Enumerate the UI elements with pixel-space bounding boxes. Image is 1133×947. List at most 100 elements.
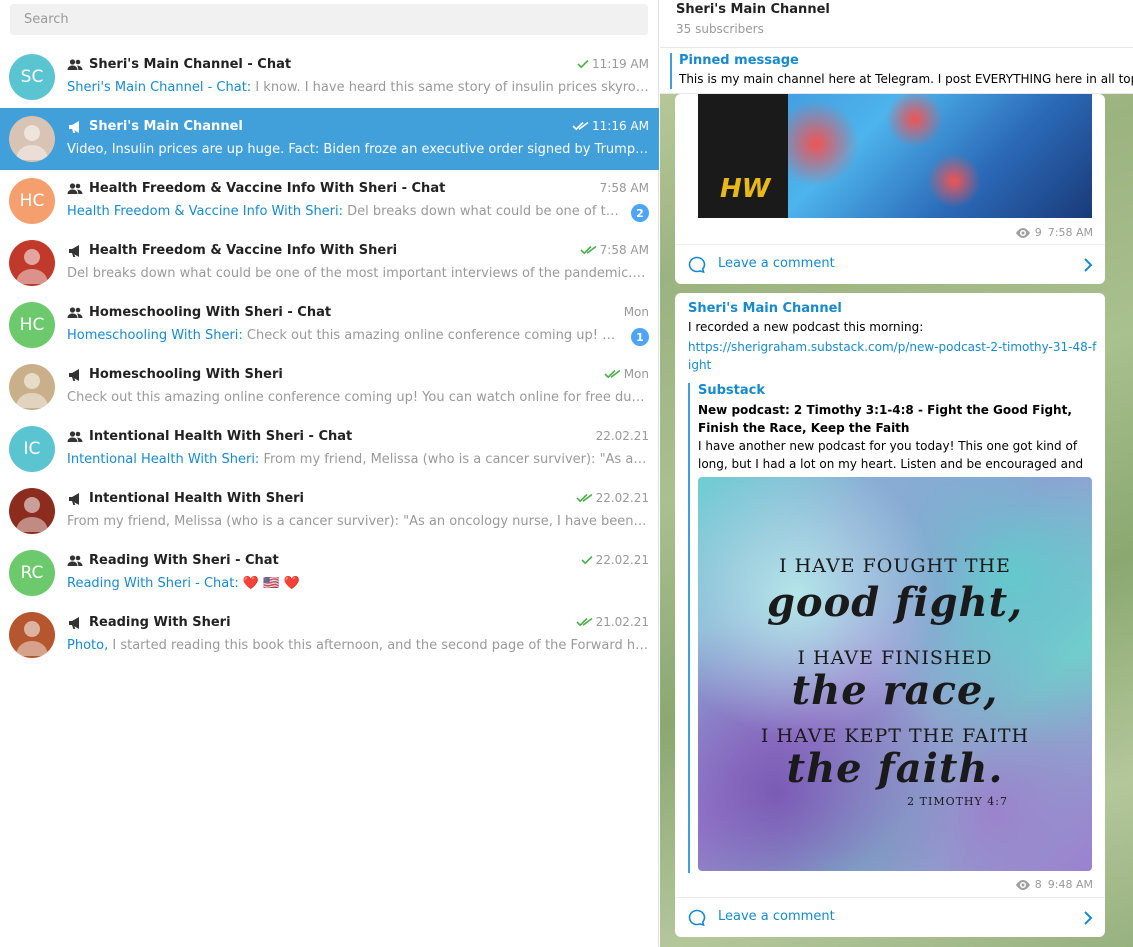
chat-preview-sender: Homeschooling With Sheri: xyxy=(67,328,243,343)
unread-badge: 2 xyxy=(631,204,649,222)
message-link[interactable]: https://sherigraham.substack.com/p/new-p… xyxy=(688,338,1098,374)
chat-row[interactable]: SC Sheri's Main Channel - Chat 11:19 AM She… xyxy=(0,46,659,108)
chat-preview-sender: Sheri's Main Channel - Chat: xyxy=(67,80,252,95)
view-count: 8 xyxy=(1034,878,1042,891)
chat-time-text: 11:16 AM xyxy=(592,119,649,133)
view-count: 9 xyxy=(1034,226,1042,239)
quote-line-6: the faith. xyxy=(786,745,1004,792)
chat-preview-text: I started reading this book this afterno… xyxy=(112,638,649,653)
chat-row[interactable]: IC Intentional Health With Sheri - Chat 22… xyxy=(0,418,659,480)
group-icon xyxy=(67,183,83,194)
image-logo-text: HW xyxy=(720,174,771,204)
chat-preview-text: From my friend, Melissa (who is a cancer… xyxy=(263,452,649,467)
chat-preview-sender: Photo, xyxy=(67,638,109,653)
chat-preview-sender: Reading With Sheri - Chat: xyxy=(67,576,239,591)
chat-preview: Video, Insulin prices are up huge. Fact:… xyxy=(67,142,649,157)
chat-time: 21.02.21 xyxy=(575,615,649,629)
image-strip: HW xyxy=(698,94,788,218)
quote-line-1: I HAVE FOUGHT THE xyxy=(779,555,1011,577)
chat-title: Reading With Sheri xyxy=(89,615,231,630)
chat-preview-text: ❤️ 🇺🇸 ❤️ xyxy=(238,576,300,591)
leave-comment-label: Leave a comment xyxy=(718,909,835,924)
check-icon xyxy=(580,555,593,565)
chat-title: Reading With Sheri - Chat xyxy=(89,553,279,568)
chat-time-text: 22.02.21 xyxy=(595,553,649,567)
leave-comment-button[interactable]: Leave a comment xyxy=(675,897,1105,937)
chat-title: Intentional Health With Sheri - Chat xyxy=(89,429,353,444)
chat-preview-sender: Intentional Health With Sheri: xyxy=(67,452,260,467)
link-preview-image[interactable]: I HAVE FOUGHT THE good fight, I HAVE FIN… xyxy=(698,477,1092,871)
avatar[interactable]: HC xyxy=(9,302,55,348)
avatar[interactable] xyxy=(9,612,55,658)
chat-row[interactable]: Sheri's Main Channel 11:16 AM Video, Insul… xyxy=(0,108,659,170)
avatar[interactable]: IC xyxy=(9,426,55,472)
message-channel-name[interactable]: Sheri's Main Channel xyxy=(688,301,842,316)
avatar[interactable] xyxy=(9,364,55,410)
double-check-icon xyxy=(575,493,593,503)
chat-preview: Intentional Health With Sheri: From my f… xyxy=(67,452,649,467)
avatar[interactable]: RC xyxy=(9,550,55,596)
chat-list-pane: SC Sheri's Main Channel - Chat 11:19 AM She… xyxy=(0,0,659,947)
group-icon xyxy=(67,307,83,318)
pinned-accent-bar xyxy=(670,53,672,89)
chat-preview: Del breaks down what could be one of the… xyxy=(67,266,649,281)
message-time: 9:48 AM xyxy=(1047,878,1093,891)
chat-time: Mon xyxy=(604,367,649,381)
channel-header[interactable]: Sheri's Main Channel 35 subscribers xyxy=(660,0,1133,48)
leave-comment-button[interactable]: Leave a comment xyxy=(675,244,1105,284)
eye-icon xyxy=(1015,879,1030,890)
pinned-text: This is my main channel here at Telegram… xyxy=(679,72,1133,86)
megaphone-icon xyxy=(69,245,79,257)
avatar[interactable] xyxy=(9,240,55,286)
chat-preview-text: I know. I have heard this same story of … xyxy=(255,80,649,95)
chat-time: Mon xyxy=(624,305,649,319)
avatar-photo-icon xyxy=(16,621,48,656)
message-bubble: Sheri's Main Channel I recorded a new po… xyxy=(675,293,1105,937)
chat-preview-text: Video, Insulin prices are up huge. Fact:… xyxy=(67,142,649,157)
message-bubble: HW 9 7:58 AM Leave a comment xyxy=(675,94,1105,284)
chat-row[interactable]: Reading With Sheri 21.02.21 Photo, I start… xyxy=(0,604,659,666)
link-preview-title: New podcast: 2 Timothy 3:1-4:8 - Fight t… xyxy=(698,403,1072,435)
chat-title: Homeschooling With Sheri - Chat xyxy=(89,305,332,320)
chat-preview-text: Check out this amazing online conference… xyxy=(246,328,619,343)
chevron-right-icon xyxy=(1084,911,1093,925)
avatar[interactable] xyxy=(9,116,55,162)
chat-title: Sheri's Main Channel - Chat xyxy=(89,57,292,72)
group-icon xyxy=(67,555,83,566)
chat-row[interactable]: Homeschooling With Sheri Mon Check out thi… xyxy=(0,356,659,418)
unread-badge: 1 xyxy=(631,328,649,346)
link-preview-site: Substack xyxy=(698,383,765,398)
chat-row[interactable]: Intentional Health With Sheri 22.02.21 Fro… xyxy=(0,480,659,542)
chat-title: Sheri's Main Channel xyxy=(89,119,243,134)
chat-title: Health Freedom & Vaccine Info With Sheri xyxy=(89,243,398,258)
quote-line-3: I HAVE FINISHED xyxy=(797,647,993,669)
chat-preview: Photo, I started reading this book this … xyxy=(67,638,649,653)
chat-row[interactable]: Health Freedom & Vaccine Info With Sheri… xyxy=(0,232,659,294)
chat-preview-text: From my friend, Melissa (who is a cancer… xyxy=(67,514,649,529)
chat-row[interactable]: HC Homeschooling With Sheri - Chat Mon Home… xyxy=(0,294,659,356)
avatar[interactable]: HC xyxy=(9,178,55,224)
chat-time: 22.02.21 xyxy=(596,429,649,443)
avatar[interactable] xyxy=(9,488,55,534)
chat-preview: Homeschooling With Sheri: Check out this… xyxy=(67,328,619,343)
chevron-right-icon xyxy=(1084,258,1093,272)
avatar-photo-icon xyxy=(16,125,48,160)
chat-time-text: 22.02.21 xyxy=(595,491,649,505)
chat-title: Homeschooling With Sheri xyxy=(89,367,283,382)
chat-time: 22.02.21 xyxy=(580,553,649,567)
quote-line-4: the race, xyxy=(791,667,999,714)
chat-preview-text: Del breaks down what could be one of the… xyxy=(67,266,649,281)
chat-row[interactable]: HC Health Freedom & Vaccine Info With She… xyxy=(0,170,659,232)
chat-row[interactable]: RC Reading With Sheri - Chat 22.02.21 Readi… xyxy=(0,542,659,604)
channel-subscribers: 35 subscribers xyxy=(676,22,764,36)
search-input[interactable] xyxy=(10,4,648,35)
quote-line-5: I HAVE KEPT THE FAITH xyxy=(760,725,1030,747)
megaphone-icon xyxy=(69,493,79,505)
message-text: I recorded a new podcast this morning: xyxy=(688,320,924,334)
avatar[interactable]: SC xyxy=(9,54,55,100)
message-image[interactable]: HW xyxy=(698,94,1092,218)
pinned-message-bar[interactable]: Pinned message This is my main channel h… xyxy=(660,48,1133,94)
chat-time-text: 7:58 AM xyxy=(599,243,649,257)
chat-time-text: 7:58 AM xyxy=(599,181,649,195)
megaphone-icon xyxy=(69,617,79,629)
